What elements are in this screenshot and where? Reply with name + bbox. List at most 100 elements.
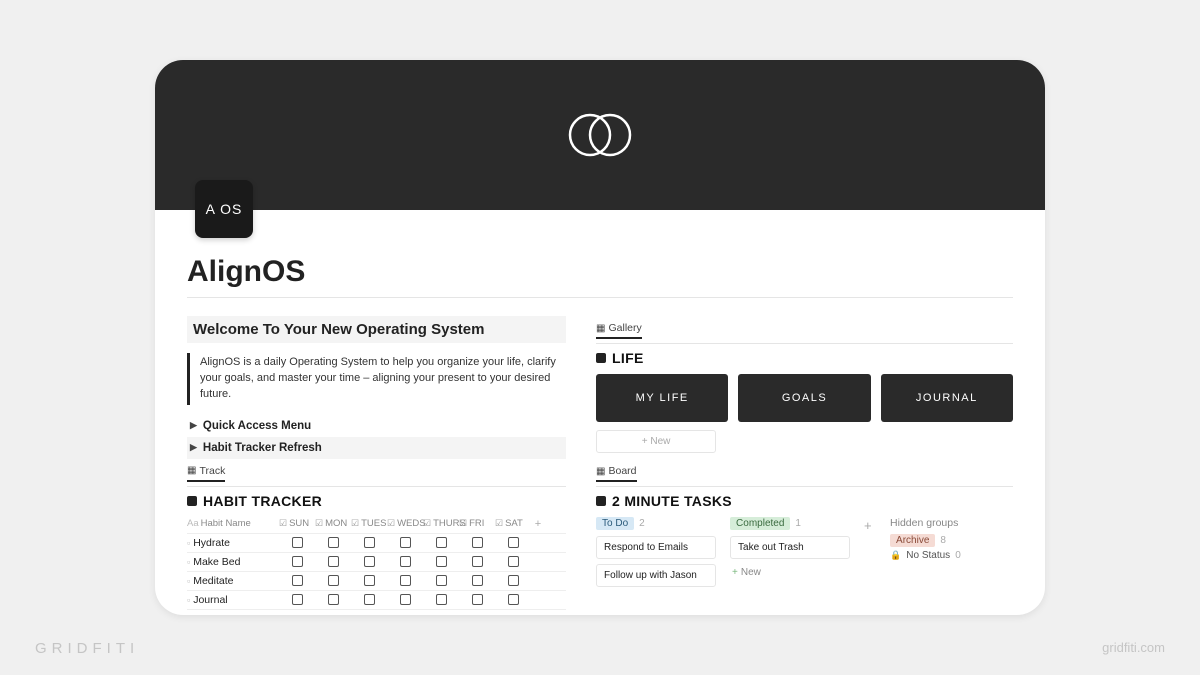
hidden-groups: Hidden groups Archive 8 🔒 No Status 0 — [890, 517, 1030, 592]
square-icon — [596, 353, 606, 363]
group-label: No Status — [906, 550, 950, 561]
checkbox[interactable] — [400, 556, 411, 567]
add-column-button[interactable]: + — [531, 518, 545, 530]
page-icon: ▫ — [187, 576, 190, 586]
checkbox[interactable] — [472, 556, 483, 567]
column-header[interactable]: Completed 1 — [730, 517, 850, 530]
column-count: 1 — [795, 518, 801, 529]
checkbox[interactable] — [472, 537, 483, 548]
text-property-icon: Aa — [187, 518, 199, 529]
tab-gallery[interactable]: ▦ Gallery — [596, 322, 642, 339]
checkbox[interactable] — [436, 556, 447, 567]
view-tabs: ▦ Gallery — [596, 322, 1013, 344]
page-icon[interactable]: A OS — [195, 180, 253, 238]
checkbox[interactable] — [508, 594, 519, 605]
checkbox[interactable] — [292, 575, 303, 586]
task-card[interactable]: Take out Trash — [730, 536, 850, 559]
card-label: GOALS — [782, 392, 827, 404]
checkbox[interactable] — [364, 556, 375, 567]
view-tabs: ▦ Track — [187, 465, 566, 487]
tab-track[interactable]: ▦ Track — [187, 465, 225, 482]
col-label: MON — [325, 518, 347, 529]
checkbox[interactable] — [328, 575, 339, 586]
card-title: Take out Trash — [738, 542, 804, 553]
triangle-right-icon: ▶ — [190, 420, 197, 431]
checkbox-icon: ☑ — [423, 518, 431, 529]
col-weds[interactable]: ☑WEDS — [387, 518, 423, 529]
new-task-button[interactable]: + New — [730, 564, 850, 581]
toggle-habit-refresh[interactable]: ▶ Habit Tracker Refresh — [187, 437, 566, 459]
task-card[interactable]: Follow up with Jason — [596, 564, 716, 587]
checkbox[interactable] — [400, 537, 411, 548]
checkbox[interactable] — [364, 537, 375, 548]
checkbox-icon: ☑ — [387, 518, 395, 529]
toggle-quick-access[interactable]: ▶ Quick Access Menu — [187, 415, 566, 437]
checkbox-icon: ☑ — [351, 518, 359, 529]
col-mon[interactable]: ☑MON — [315, 518, 351, 529]
checkbox[interactable] — [400, 575, 411, 586]
checkbox[interactable] — [364, 594, 375, 605]
plus-icon: + — [732, 567, 738, 578]
col-habit-name[interactable]: Aa Habit Name — [187, 518, 279, 529]
table-row[interactable]: ▫Meditate — [187, 572, 566, 591]
right-column: ▦ Gallery LIFE MY LIFE GOALS JOURNAL + N… — [596, 316, 1013, 610]
tab-board[interactable]: ▦ Board — [596, 465, 636, 482]
checkbox[interactable] — [328, 537, 339, 548]
col-sat[interactable]: ☑SAT — [495, 518, 531, 529]
checkbox[interactable] — [364, 575, 375, 586]
add-column-button[interactable]: + — [864, 518, 876, 592]
page-body: AlignOS Welcome To Your New Operating Sy… — [155, 210, 1045, 610]
overlapping-circles-icon — [560, 110, 640, 160]
tracker-header-row: Aa Habit Name ☑SUN ☑MON ☑TUES ☑WEDS ☑THU… — [187, 515, 566, 534]
checkbox[interactable] — [508, 575, 519, 586]
checkbox[interactable] — [400, 594, 411, 605]
new-card-button[interactable]: + New — [596, 430, 716, 453]
checkbox[interactable] — [436, 594, 447, 605]
card-label: MY LIFE — [636, 392, 689, 404]
section-title-text: 2 MINUTE TASKS — [612, 493, 732, 509]
welcome-heading: Welcome To Your New Operating System — [187, 316, 566, 343]
checkbox[interactable] — [292, 556, 303, 567]
checkbox[interactable] — [436, 537, 447, 548]
table-row[interactable]: ▫Journal — [187, 591, 566, 610]
section-title-text: HABIT TRACKER — [203, 493, 322, 509]
checkbox[interactable] — [508, 556, 519, 567]
row-name: Journal — [193, 594, 227, 606]
card-goals[interactable]: GOALS — [738, 374, 870, 422]
card-journal[interactable]: JOURNAL — [881, 374, 1013, 422]
checkbox[interactable] — [472, 594, 483, 605]
card-my-life[interactable]: MY LIFE — [596, 374, 728, 422]
checkbox[interactable] — [472, 575, 483, 586]
tab-label: Board — [609, 465, 637, 477]
column-header[interactable]: To Do 2 — [596, 517, 716, 530]
checkbox[interactable] — [292, 537, 303, 548]
toggle-label: Habit Tracker Refresh — [203, 442, 322, 454]
table-row[interactable]: ▫Hydrate — [187, 534, 566, 553]
col-label: TUES — [361, 518, 386, 529]
col-sun[interactable]: ☑SUN — [279, 518, 315, 529]
hidden-group-archive[interactable]: Archive 8 — [890, 534, 1030, 547]
col-tues[interactable]: ☑TUES — [351, 518, 387, 529]
board-icon: ▦ — [596, 466, 605, 477]
group-count: 8 — [940, 535, 946, 546]
kanban-board: To Do 2 Respond to Emails Follow up with… — [596, 517, 1013, 592]
new-label: New — [741, 567, 761, 578]
checkbox[interactable] — [508, 537, 519, 548]
watermark-url: gridfiti.com — [1102, 640, 1165, 655]
checkbox[interactable] — [436, 575, 447, 586]
checkbox-icon: ☑ — [459, 518, 467, 529]
board-column-todo: To Do 2 Respond to Emails Follow up with… — [596, 517, 716, 592]
hidden-groups-title: Hidden groups — [890, 517, 1030, 529]
app-window: A OS AlignOS Welcome To Your New Operati… — [155, 60, 1045, 615]
col-thurs[interactable]: ☑THURS — [423, 518, 459, 529]
task-card[interactable]: Respond to Emails — [596, 536, 716, 559]
col-fri[interactable]: ☑FRI — [459, 518, 495, 529]
table-row[interactable]: ▫Make Bed — [187, 553, 566, 572]
group-count: 0 — [955, 550, 961, 561]
tab-label: Gallery — [609, 322, 642, 334]
column-count: 2 — [639, 518, 645, 529]
hidden-group-nostatus[interactable]: 🔒 No Status 0 — [890, 550, 1030, 561]
checkbox[interactable] — [328, 594, 339, 605]
checkbox[interactable] — [292, 594, 303, 605]
checkbox[interactable] — [328, 556, 339, 567]
